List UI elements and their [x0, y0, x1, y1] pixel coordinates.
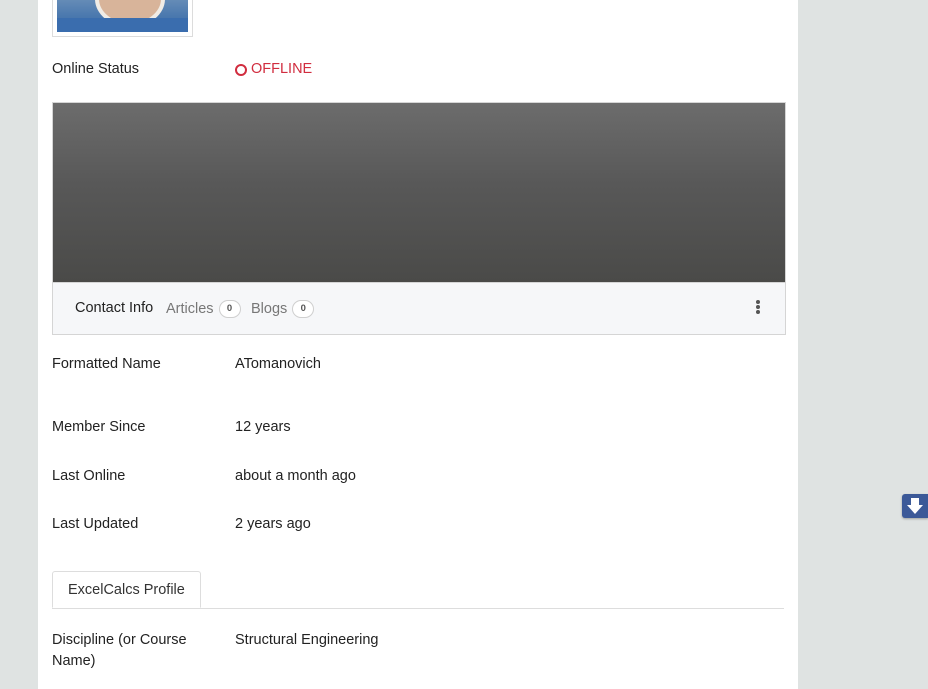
tab-label: Contact Info: [75, 300, 154, 316]
last-updated-label: Last Updated: [52, 516, 139, 532]
vertical-dots-icon[interactable]: [756, 300, 760, 314]
tab-excelcalcs-profile[interactable]: ExcelCalcs Profile: [52, 571, 201, 608]
last-updated-value: 2 years ago: [235, 516, 311, 532]
avatar-image: [57, 0, 188, 32]
profile-tabs: Contact Info Articles 0 Blogs 0: [52, 282, 786, 335]
discipline-value: Structural Engineering: [235, 632, 379, 648]
tab-label: Articles: [166, 301, 214, 317]
discipline-label-line1: Discipline (or Course: [52, 632, 187, 648]
last-online-value: about a month ago: [235, 468, 356, 484]
articles-count-badge: 0: [218, 300, 241, 318]
arrow-down-icon: [907, 498, 923, 514]
formatted-name-value: ATomanovich: [235, 356, 321, 372]
member-since-value: 12 years: [235, 419, 291, 435]
online-status-value: OFFLINE: [235, 59, 312, 80]
tab-contact-info[interactable]: Contact Info: [75, 300, 153, 316]
online-status-label: Online Status: [52, 61, 140, 77]
scroll-down-button[interactable]: [902, 494, 928, 518]
profile-subtabs: ExcelCalcs Profile: [52, 571, 784, 609]
tab-label: Blogs: [251, 301, 288, 317]
member-since-label: Member Since: [52, 419, 146, 435]
discipline-label-line2: Name): [52, 653, 96, 669]
tab-blogs[interactable]: Blogs 0: [251, 300, 315, 318]
tab-articles[interactable]: Articles 0: [166, 300, 241, 318]
avatar-shirt: [57, 18, 188, 32]
discipline-label: Discipline (or Course Name): [52, 630, 222, 672]
status-text: OFFLINE: [251, 61, 313, 77]
formatted-name-label: Formatted Name: [52, 356, 161, 372]
profile-card: Online Status OFFLINE Contact Info Artic…: [38, 0, 798, 689]
blogs-count-badge: 0: [292, 300, 315, 318]
avatar[interactable]: [52, 0, 193, 37]
last-online-label: Last Online: [52, 468, 126, 484]
circle-outline-icon: [235, 63, 247, 76]
cover-photo: [52, 102, 786, 283]
